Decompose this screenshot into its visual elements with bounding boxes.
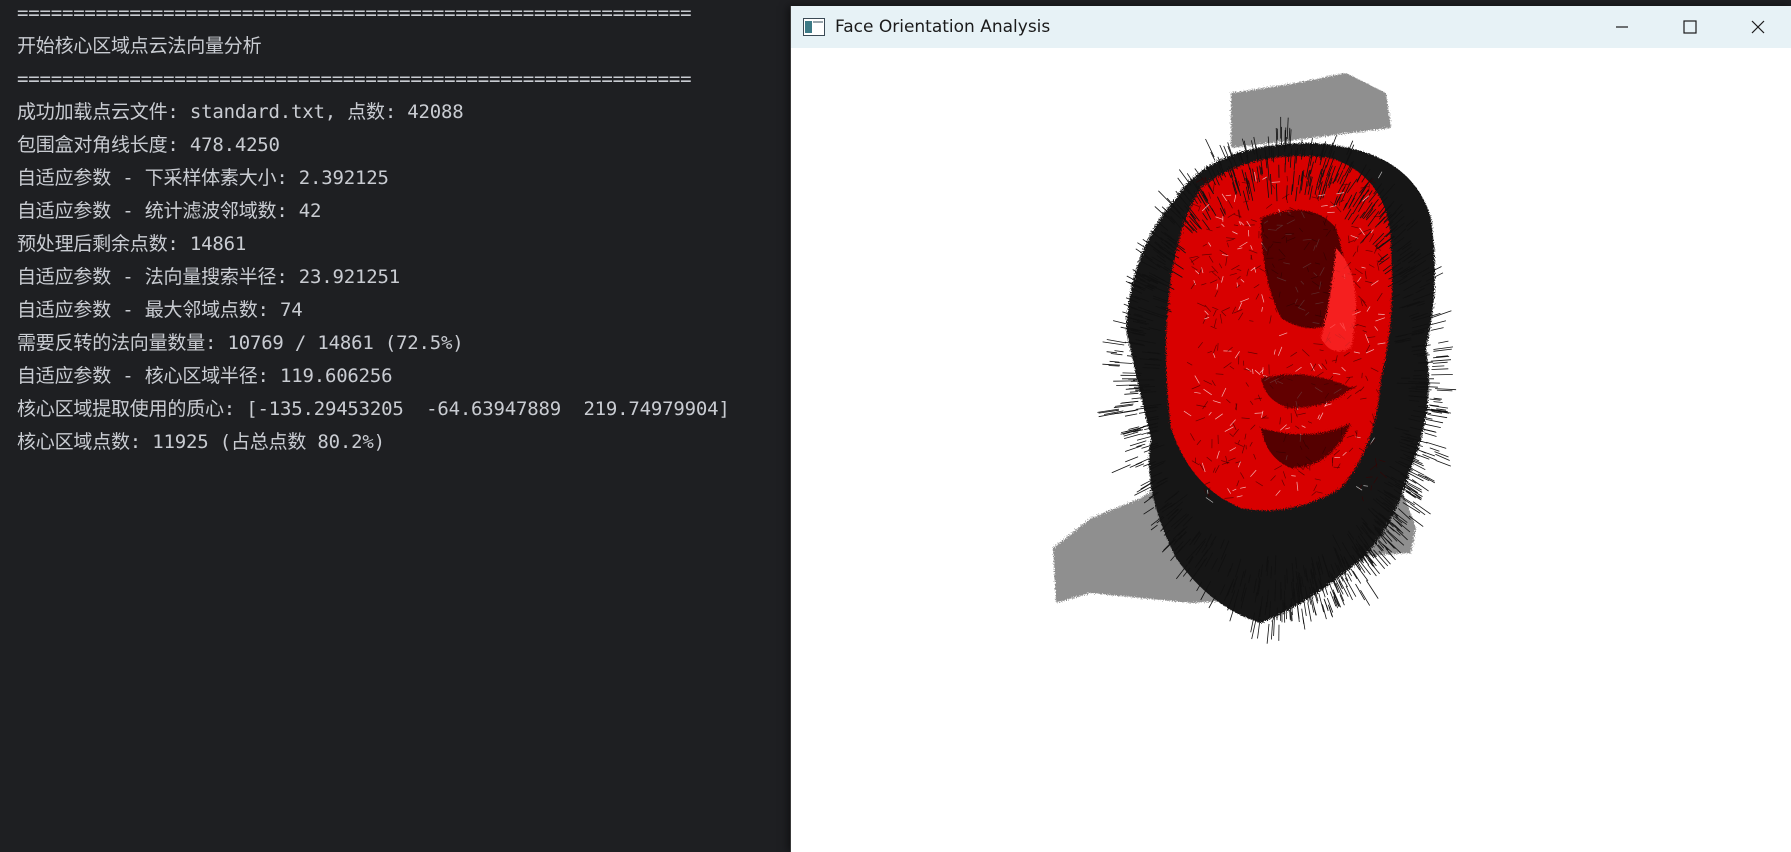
terminal-line: 核心区域点数: 11925 (占总点数 80.2%) [17,426,790,459]
close-button[interactable] [1724,6,1791,48]
terminal-line: ========================================… [17,63,790,96]
minimize-icon [1614,19,1630,35]
app-window-icon [803,18,825,36]
3d-viewport[interactable] [791,48,1791,852]
terminal-line: 核心区域提取使用的质心: [-135.29453205 -64.63947889… [17,393,790,426]
maximize-icon [1682,19,1698,35]
maximize-button[interactable] [1656,6,1724,48]
terminal-line: 自适应参数 - 最大邻域点数: 74 [17,294,790,327]
terminal-line: 开始核心区域点云法向量分析 [17,30,790,63]
window-title: Face Orientation Analysis [835,17,1588,37]
terminal-line: 自适应参数 - 统计滤波邻域数: 42 [17,195,790,228]
point-cloud-render [791,48,1791,846]
terminal-line: 包围盒对角线长度: 478.4250 [17,129,790,162]
viewer-window[interactable]: Face Orientation Analysis [790,6,1791,852]
title-bar[interactable]: Face Orientation Analysis [791,6,1791,48]
minimize-button[interactable] [1588,6,1656,48]
terminal-line: 需要反转的法向量数量: 10769 / 14861 (72.5%) [17,327,790,360]
terminal-line: 自适应参数 - 核心区域半径: 119.606256 [17,360,790,393]
terminal-line: 成功加载点云文件: standard.txt, 点数: 42088 [17,96,790,129]
terminal-line: 预处理后剩余点数: 14861 [17,228,790,261]
terminal-line: ========================================… [17,0,790,30]
terminal-line: 自适应参数 - 法向量搜索半径: 23.921251 [17,261,790,294]
terminal-output: ========================================… [0,0,790,846]
terminal-line: 自适应参数 - 下采样体素大小: 2.392125 [17,162,790,195]
close-icon [1750,19,1766,35]
